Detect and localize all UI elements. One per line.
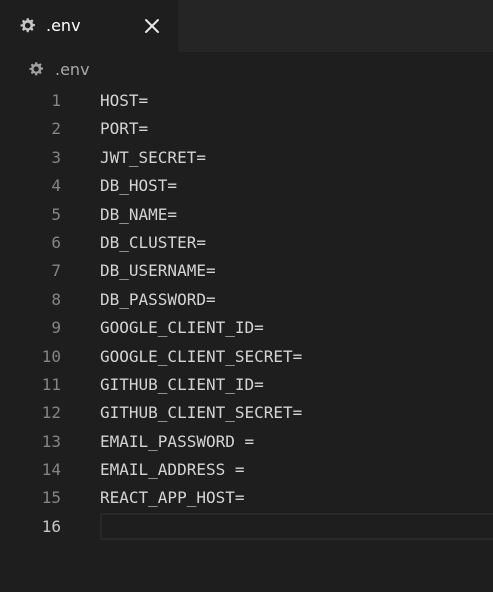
line-text: EMAIL_PASSWORD =	[100, 431, 255, 451]
line-number: 9	[51, 318, 61, 338]
line-number: 6	[51, 232, 61, 252]
line-number: 2	[51, 119, 61, 139]
line-number: 1	[51, 91, 61, 110]
line-text: REACT_APP_HOST=	[100, 488, 245, 508]
line-number: 13	[41, 431, 61, 451]
line-text: JWT_SECRET=	[100, 147, 206, 167]
line-number: 12	[41, 403, 61, 423]
line-number: 14	[41, 460, 61, 480]
code-line[interactable]: 9 GOOGLE_CLIENT_ID=	[0, 314, 493, 342]
line-number: 11	[41, 374, 61, 394]
code-line[interactable]: 7 DB_USERNAME=	[0, 257, 493, 285]
code-line[interactable]: 8 DB_PASSWORD=	[0, 286, 493, 314]
breadcrumb-file[interactable]: .env	[55, 60, 90, 80]
line-text: DB_CLUSTER=	[100, 232, 206, 252]
code-line[interactable]: 4 DB_HOST=	[0, 172, 493, 200]
tab-env[interactable]: .env	[0, 0, 178, 52]
code-line[interactable]: 1 HOST=	[0, 87, 493, 115]
line-text: EMAIL_ADDRESS =	[100, 460, 245, 480]
line-text: GITHUB_CLIENT_ID=	[100, 374, 264, 394]
line-text: GOOGLE_CLIENT_ID=	[100, 318, 264, 338]
line-text: DB_PASSWORD=	[100, 289, 216, 309]
close-icon[interactable]	[143, 17, 161, 35]
line-text: HOST=	[100, 91, 149, 110]
line-number: 3	[51, 147, 61, 167]
line-text: GITHUB_CLIENT_SECRET=	[100, 403, 303, 423]
line-text: GOOGLE_CLIENT_SECRET=	[100, 346, 303, 366]
tab-label: .env	[46, 16, 81, 35]
code-area[interactable]: 1 HOST= 2 PORT= 3 JWT_SECRET= 4 DB_HOST= 5 DB_NAM…	[0, 87, 493, 541]
code-line[interactable]: 2 PORT=	[0, 115, 493, 143]
code-line[interactable]: 5 DB_NAME=	[0, 201, 493, 229]
code-line[interactable]: 11 GITHUB_CLIENT_ID=	[0, 371, 493, 399]
code-line[interactable]: 6 DB_CLUSTER=	[0, 229, 493, 257]
line-number: 7	[51, 261, 61, 281]
code-line[interactable]: 3 JWT_SECRET=	[0, 144, 493, 172]
code-line[interactable]: 14 EMAIL_ADDRESS =	[0, 456, 493, 484]
code-editor: .env .env 1 HOST= 2 PORT= 3 JWT_SECRET= 4 DB_HO…	[0, 0, 493, 592]
line-text: PORT=	[100, 119, 149, 139]
gear-icon	[20, 17, 35, 33]
code-line[interactable]: 16	[0, 512, 493, 541]
line-number: 15	[41, 488, 61, 508]
line-text: DB_USERNAME=	[100, 261, 216, 281]
gear-icon	[29, 61, 43, 76]
tab-bar: .env	[0, 0, 493, 52]
code-line[interactable]: 15 REACT_APP_HOST=	[0, 484, 493, 512]
line-text: DB_NAME=	[100, 204, 178, 224]
code-line[interactable]: 12 GITHUB_CLIENT_SECRET=	[0, 399, 493, 427]
line-number: 10	[41, 346, 61, 366]
current-line-highlight	[100, 512, 493, 540]
code-line[interactable]: 10 GOOGLE_CLIENT_SECRET=	[0, 343, 493, 371]
line-number: 5	[51, 204, 61, 224]
line-number: 8	[51, 289, 61, 309]
breadcrumb: .env	[0, 52, 493, 88]
line-number: 16	[41, 516, 61, 536]
code-line[interactable]: 13 EMAIL_PASSWORD =	[0, 428, 493, 456]
line-number: 4	[51, 176, 61, 196]
line-text: DB_HOST=	[100, 176, 178, 196]
